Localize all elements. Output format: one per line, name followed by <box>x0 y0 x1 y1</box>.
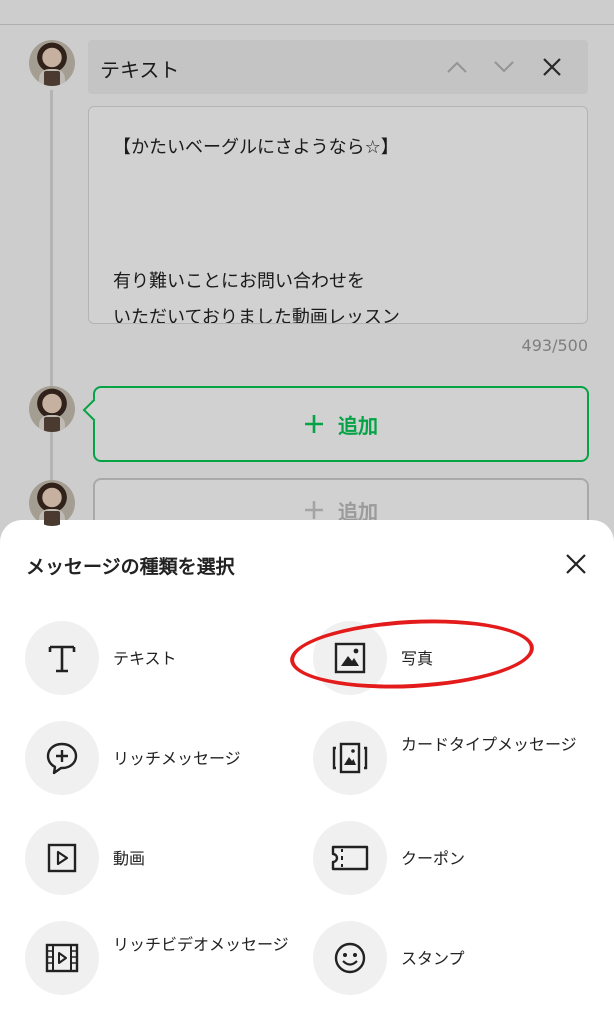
option-icon-circle <box>25 621 99 695</box>
option-icon-circle <box>25 921 99 995</box>
close-icon <box>566 554 586 574</box>
option-rich-video[interactable]: リッチビデオメッセージ <box>25 921 305 999</box>
option-label: リッチビデオメッセージ <box>113 935 289 954</box>
option-icon-circle <box>25 721 99 795</box>
option-icon-circle <box>313 821 387 895</box>
option-icon-circle <box>313 921 387 995</box>
option-icon-circle <box>313 721 387 795</box>
option-card-type[interactable]: カードタイプメッセージ <box>313 721 593 799</box>
option-sticker[interactable]: スタンプ <box>313 921 593 999</box>
sticker-icon <box>334 942 366 974</box>
option-label: リッチメッセージ <box>113 749 241 768</box>
sheet-title: メッセージの種類を選択 <box>26 556 235 578</box>
text-icon <box>48 645 76 673</box>
option-label: 動画 <box>113 849 146 868</box>
option-video[interactable]: 動画 <box>25 821 305 899</box>
option-label: スタンプ <box>401 949 465 968</box>
option-label: テキスト <box>113 649 177 668</box>
rich-message-icon <box>46 742 78 775</box>
option-label: カードタイプメッセージ <box>401 735 577 754</box>
coupon-icon <box>331 845 369 871</box>
option-icon-circle <box>25 821 99 895</box>
option-text[interactable]: テキスト <box>25 621 305 699</box>
rich-video-icon <box>45 943 79 973</box>
option-rich-message[interactable]: リッチメッセージ <box>25 721 305 799</box>
option-label: クーポン <box>401 849 466 868</box>
video-icon <box>47 843 77 873</box>
option-coupon[interactable]: クーポン <box>313 821 593 899</box>
card-type-icon <box>332 742 368 774</box>
message-type-sheet: メッセージの種類を選択 テキスト 写真 リッチメッセージ カードタイプメッセージ… <box>0 520 614 1024</box>
close-sheet-button[interactable] <box>558 546 594 582</box>
